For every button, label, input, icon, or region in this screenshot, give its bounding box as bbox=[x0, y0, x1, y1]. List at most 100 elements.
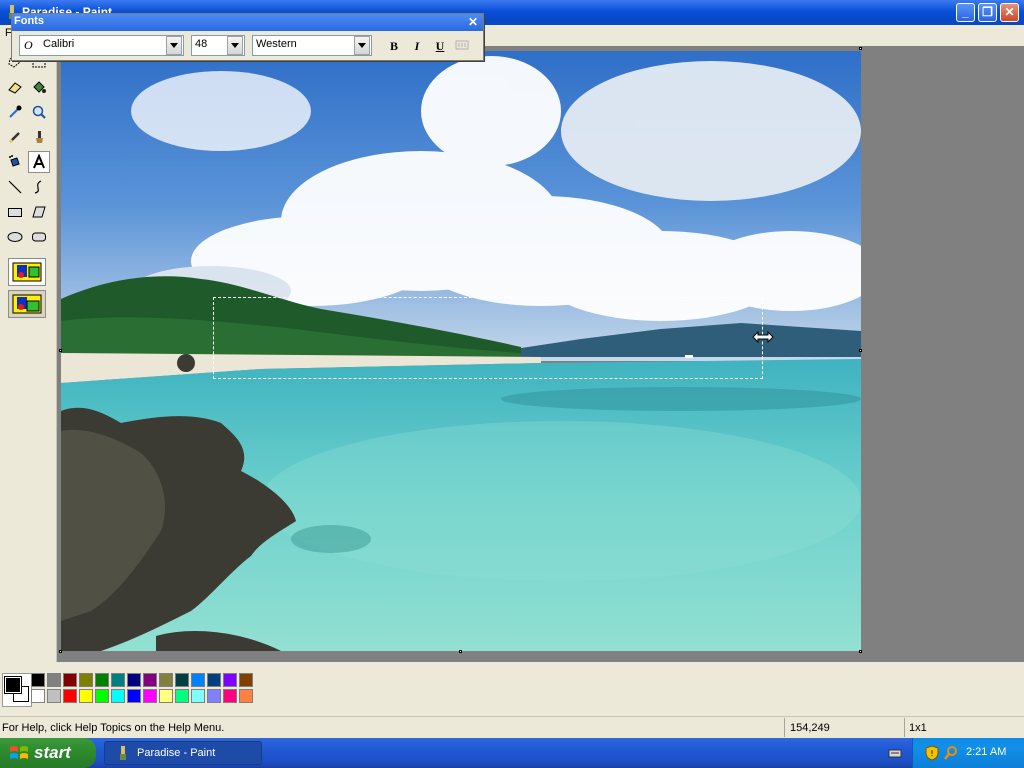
palette-swatch[interactable] bbox=[175, 673, 189, 687]
opaque-option[interactable] bbox=[8, 290, 46, 318]
font-size-dropdown-arrow[interactable] bbox=[227, 36, 243, 55]
chevron-down-icon bbox=[358, 43, 366, 48]
palette-swatch[interactable] bbox=[79, 673, 93, 687]
font-size-value: 48 bbox=[195, 38, 208, 50]
canvas-handle-right[interactable] bbox=[859, 349, 862, 352]
rectangle-tool[interactable] bbox=[4, 201, 26, 223]
clock: 2:21 AM bbox=[966, 746, 1007, 758]
close-button[interactable]: ✕ bbox=[1000, 3, 1019, 22]
chevron-down-icon bbox=[170, 43, 178, 48]
font-script-dropdown-arrow[interactable] bbox=[354, 36, 370, 55]
palette-swatch[interactable] bbox=[31, 673, 45, 687]
font-name-dropdown-arrow[interactable] bbox=[166, 36, 182, 55]
palette-swatch[interactable] bbox=[63, 673, 77, 687]
palette-swatch[interactable] bbox=[95, 673, 109, 687]
palette-swatch[interactable] bbox=[31, 689, 45, 703]
status-selection-size: 1x1 bbox=[909, 722, 927, 734]
line-tool[interactable] bbox=[4, 176, 26, 198]
text-a-icon bbox=[33, 154, 45, 169]
canvas-handle-top-right[interactable] bbox=[859, 47, 862, 50]
svg-text:!: ! bbox=[930, 749, 933, 758]
horizontal-resize-cursor-icon bbox=[752, 330, 774, 344]
status-coordinates: 154,249 bbox=[790, 722, 830, 734]
fonts-toolbar-title: Fonts bbox=[14, 15, 44, 27]
taskbar-paint-button[interactable]: Paradise - Paint bbox=[104, 741, 262, 765]
chevron-down-icon bbox=[231, 43, 239, 48]
color-picker-tool[interactable] bbox=[4, 101, 26, 123]
palette-swatch[interactable] bbox=[175, 689, 189, 703]
fill-bucket-icon bbox=[33, 81, 46, 93]
palette-swatch[interactable] bbox=[111, 689, 125, 703]
line-icon bbox=[8, 180, 22, 194]
text-tool[interactable] bbox=[28, 151, 50, 173]
palette-swatch[interactable] bbox=[47, 689, 61, 703]
palette-swatch[interactable] bbox=[159, 689, 173, 703]
paint-task-icon bbox=[120, 746, 126, 760]
canvas-handle-corner[interactable] bbox=[859, 650, 862, 653]
opaque-text-option-icon bbox=[12, 262, 42, 282]
palette-swatch[interactable] bbox=[79, 689, 93, 703]
magnifier-tool[interactable] bbox=[28, 101, 50, 123]
palette-swatch[interactable] bbox=[143, 689, 157, 703]
minimize-button[interactable]: _ bbox=[956, 3, 975, 22]
fonts-toolbar-close-button[interactable]: ✕ bbox=[467, 16, 479, 28]
restore-button[interactable]: ❐ bbox=[978, 3, 997, 22]
start-button[interactable]: start bbox=[0, 738, 96, 768]
palette-swatch[interactable] bbox=[191, 689, 205, 703]
palette-swatch[interactable] bbox=[143, 673, 157, 687]
palette-swatch[interactable] bbox=[239, 689, 253, 703]
curve-tool[interactable] bbox=[28, 176, 50, 198]
magnifier-icon bbox=[32, 105, 46, 119]
start-label: start bbox=[34, 743, 71, 762]
eraser-tool[interactable] bbox=[4, 76, 26, 98]
keyboard-icon[interactable] bbox=[888, 746, 902, 763]
transparent-text-option-icon bbox=[12, 294, 42, 314]
fonts-toolbar-titlebar[interactable] bbox=[12, 14, 483, 31]
bold-button[interactable]: B bbox=[385, 37, 403, 55]
palette-swatch[interactable] bbox=[111, 673, 125, 687]
ellipse-tool[interactable] bbox=[4, 226, 26, 248]
pencil-tool[interactable] bbox=[4, 126, 26, 148]
airbrush-tool[interactable] bbox=[4, 151, 26, 173]
fill-tool[interactable] bbox=[28, 76, 50, 98]
eyedropper-icon bbox=[9, 105, 22, 118]
palette-swatch[interactable] bbox=[239, 673, 253, 687]
palette-swatch[interactable] bbox=[191, 673, 205, 687]
canvas-handle-left[interactable] bbox=[59, 349, 62, 352]
font-name-value: Calibri bbox=[43, 38, 75, 50]
underline-button[interactable]: U bbox=[431, 37, 449, 55]
palette-swatch[interactable] bbox=[207, 689, 221, 703]
rounded-rectangle-icon bbox=[32, 232, 46, 242]
font-script-value: Western bbox=[256, 38, 297, 50]
polygon-tool[interactable] bbox=[28, 201, 50, 223]
palette-swatch[interactable] bbox=[127, 689, 141, 703]
rounded-rectangle-tool[interactable] bbox=[28, 226, 50, 248]
pencil-icon bbox=[9, 132, 20, 143]
ellipse-icon bbox=[7, 232, 23, 242]
brush-tool[interactable] bbox=[28, 126, 50, 148]
eraser-icon bbox=[8, 82, 22, 94]
palette-swatch[interactable] bbox=[159, 673, 173, 687]
airbrush-icon bbox=[9, 155, 20, 167]
foreground-color bbox=[4, 676, 22, 694]
italic-button[interactable]: I bbox=[408, 37, 426, 55]
palette-swatch[interactable] bbox=[95, 689, 109, 703]
palette-swatch[interactable] bbox=[207, 673, 221, 687]
opentype-font-icon: O bbox=[24, 38, 33, 52]
status-help-text: For Help, click Help Topics on the Help … bbox=[2, 722, 225, 734]
palette-swatch[interactable] bbox=[223, 673, 237, 687]
curve-icon bbox=[34, 180, 42, 194]
palette-swatch[interactable] bbox=[63, 689, 77, 703]
vertical-text-icon[interactable] bbox=[455, 39, 469, 54]
canvas-handle-bottom-left[interactable] bbox=[59, 650, 62, 653]
security-shield-icon[interactable]: ! bbox=[925, 745, 939, 764]
canvas-handle-bottom[interactable] bbox=[459, 650, 462, 653]
brush-icon bbox=[36, 131, 43, 143]
palette-swatch[interactable] bbox=[127, 673, 141, 687]
search-tray-icon[interactable] bbox=[943, 745, 959, 764]
palette-swatch[interactable] bbox=[47, 673, 61, 687]
text-selection-box[interactable] bbox=[213, 297, 763, 379]
transparent-option[interactable] bbox=[8, 258, 46, 286]
rectangle-icon bbox=[8, 208, 22, 217]
palette-swatch[interactable] bbox=[223, 689, 237, 703]
